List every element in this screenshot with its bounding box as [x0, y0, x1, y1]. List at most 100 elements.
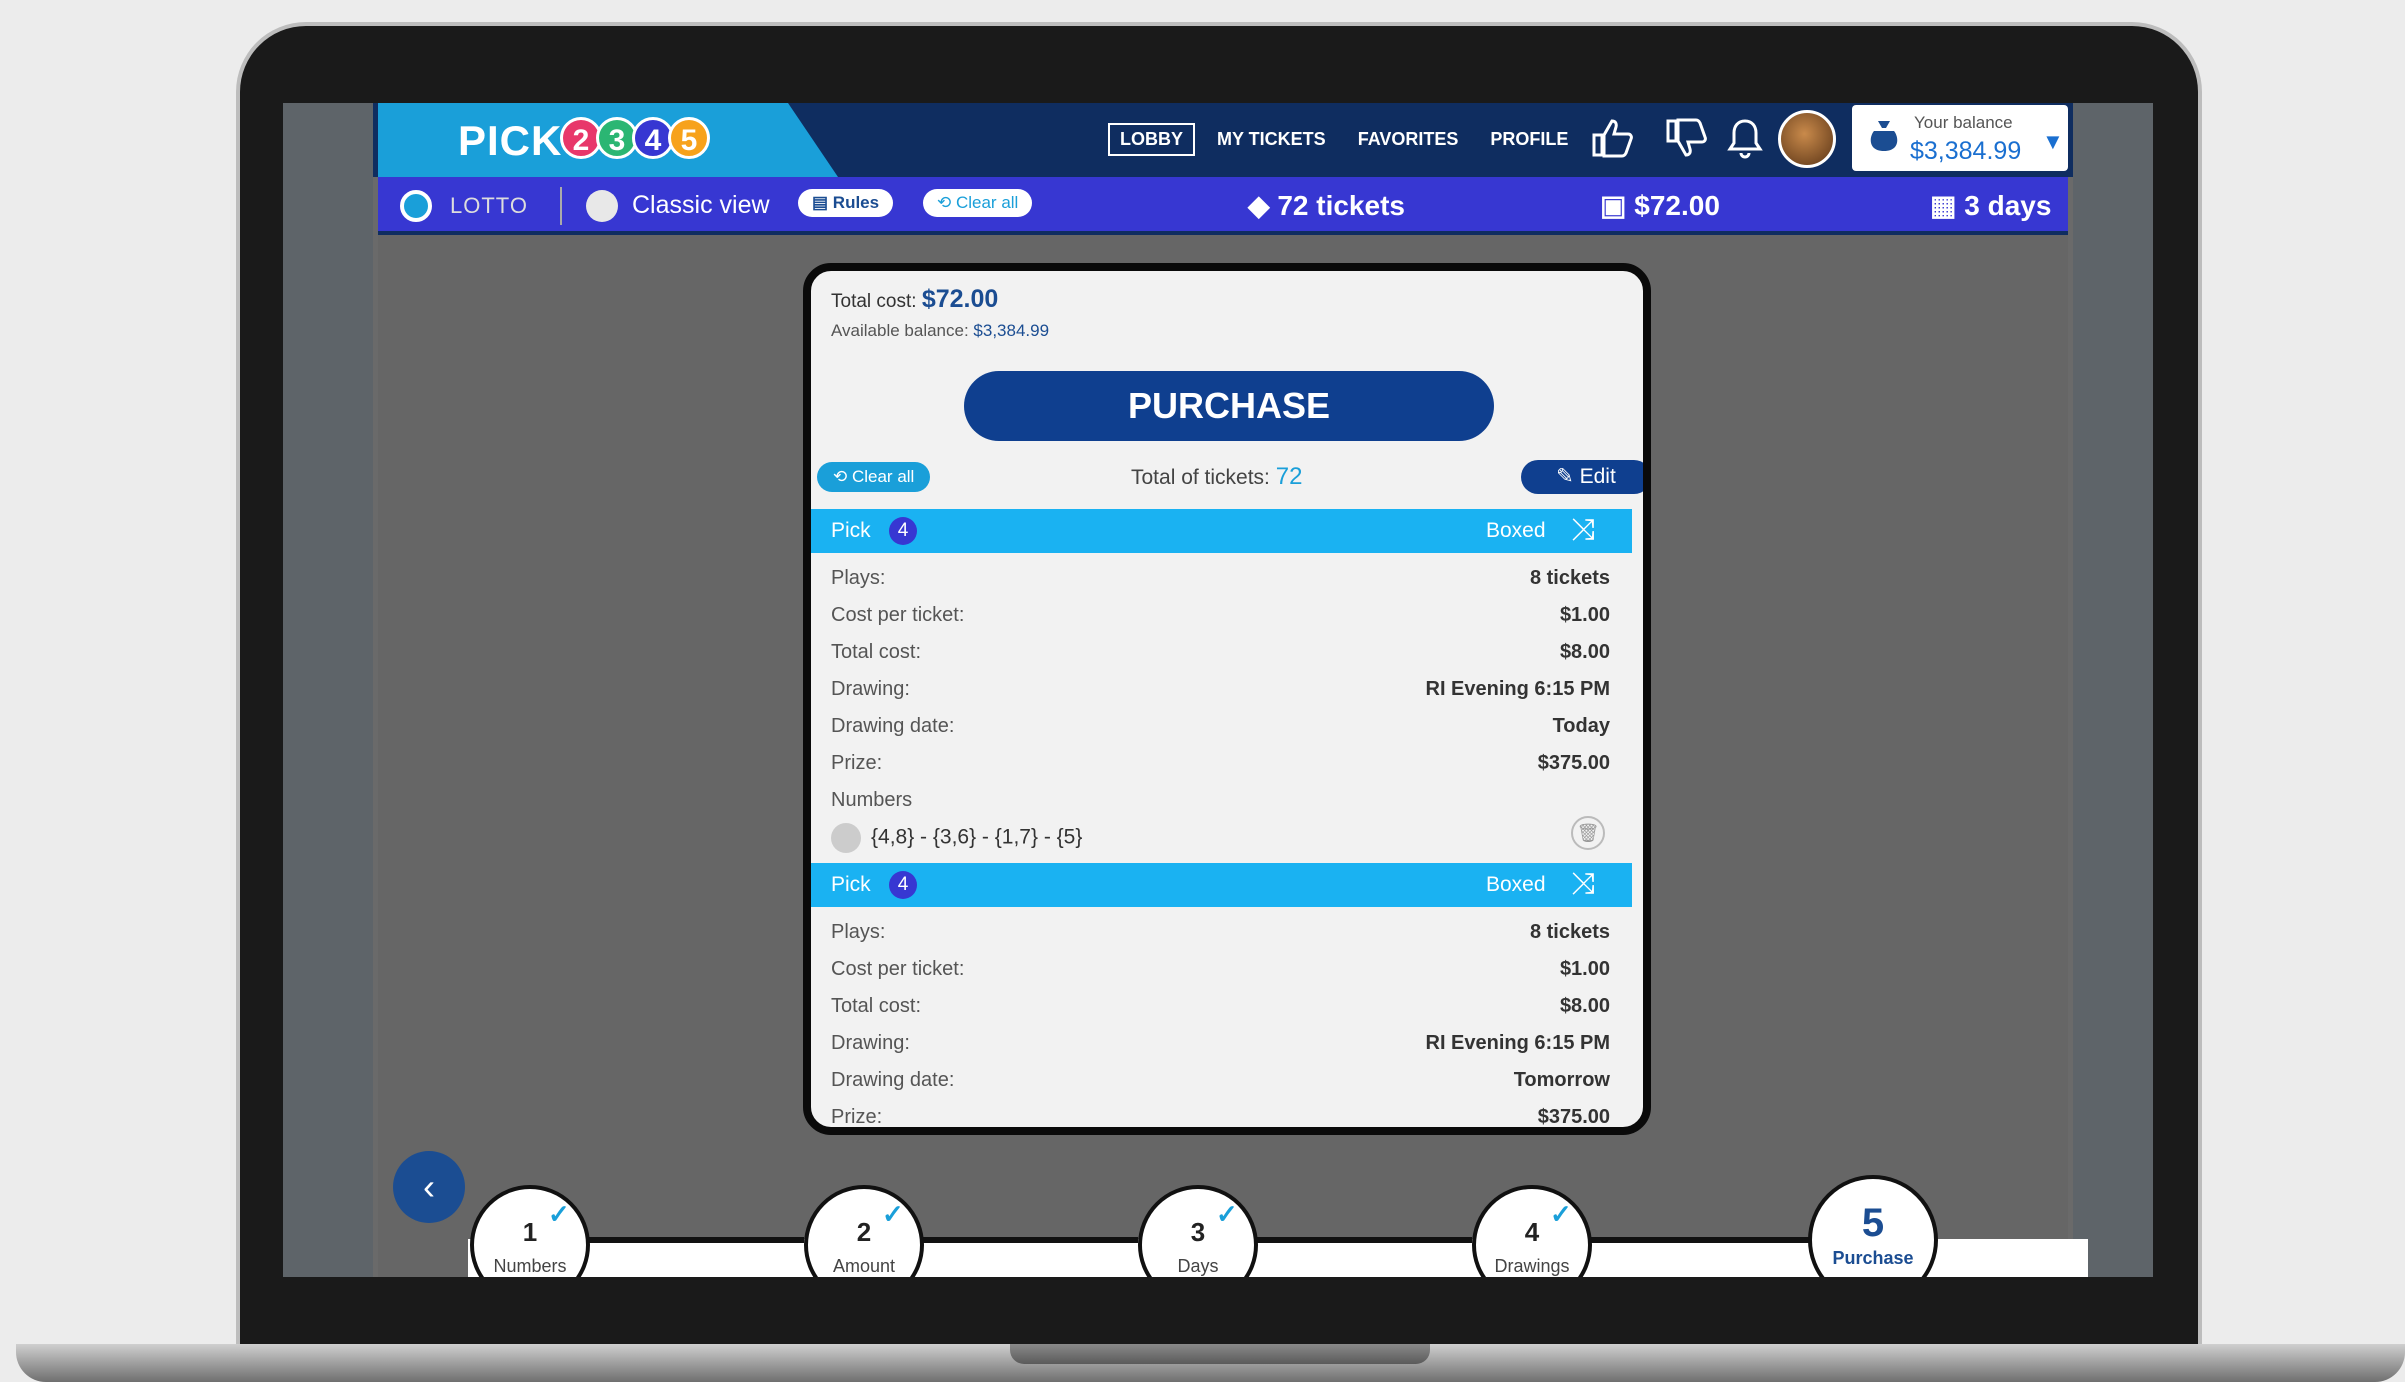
edit-button[interactable]: ✎ Edit	[1521, 460, 1643, 494]
step-connector	[918, 1237, 1138, 1243]
step-connector	[1586, 1237, 1816, 1243]
row-value: 8 tickets	[1529, 921, 1610, 943]
ticket-row: Plays: 8 tickets	[831, 567, 1610, 590]
row-label: Drawing:	[831, 1032, 910, 1054]
step-label: Numbers	[493, 1256, 567, 1276]
back-button[interactable]: ‹	[393, 1151, 465, 1223]
row-value: $1.00	[1559, 604, 1610, 626]
step-drawings[interactable]: ✓ 4 Drawings	[1472, 1185, 1592, 1277]
balls-icon	[831, 823, 861, 853]
clear-all-button[interactable]: ⟲ Clear all	[923, 189, 1033, 217]
row-label: Prize:	[831, 1106, 883, 1128]
row-value: Tomorrow	[1513, 1069, 1610, 1091]
row-label: Cost per ticket:	[831, 604, 965, 626]
ticket-row: Plays: 8 tickets	[831, 921, 1610, 944]
logo-ball-5: 5	[668, 117, 710, 159]
ticket-numbers-text: {4,8} - {3,6} - {1,7} - {5}	[871, 825, 1083, 849]
ticket-row: Drawing: RI Evening 6:15 PM	[831, 1032, 1610, 1055]
nav-my-tickets[interactable]: MY TICKETS	[1207, 125, 1336, 154]
ticket-row: Total cost: $8.00	[831, 995, 1610, 1018]
total-tickets: Total of tickets: 72	[1131, 463, 1302, 491]
days-count: ▦ 3 days	[1930, 189, 2051, 222]
check-icon: ✓	[1550, 1199, 1572, 1229]
check-icon: ✓	[1216, 1199, 1238, 1229]
ticket-row: Prize: $375.00	[831, 752, 1610, 775]
classic-view-label[interactable]: Classic view	[632, 191, 770, 220]
amount-total-text: $72.00	[1634, 190, 1720, 221]
total-cost-label: Total cost:	[831, 291, 917, 312]
tickets-count: ◆ 72 tickets	[1248, 189, 1405, 222]
ticket-pick-number: 4	[889, 871, 917, 899]
step-number: 5	[1861, 1201, 1885, 1245]
step-connector	[584, 1237, 804, 1243]
row-label: Cost per ticket:	[831, 958, 965, 980]
balance-label: Your balance	[1914, 113, 2013, 132]
ticket-row: Drawing: RI Evening 6:15 PM	[831, 678, 1610, 701]
step-purchase[interactable]: 5 Purchase	[1808, 1175, 1938, 1277]
screen-side-right	[2073, 103, 2153, 1277]
edit-label: Edit	[1579, 465, 1616, 488]
available-balance: Available balance: $3,384.99	[831, 321, 1049, 341]
trash-icon[interactable]: 🗑	[1571, 816, 1605, 850]
chevron-down-icon[interactable]: ▼	[2042, 129, 2064, 155]
logo-word: PICK	[458, 117, 563, 164]
step-amount[interactable]: ✓ 2 Amount	[804, 1185, 924, 1277]
shuffle-icon[interactable]: ⤨	[1571, 867, 1595, 901]
numbers-label: Numbers	[831, 789, 913, 811]
row-value: $375.00	[1537, 1106, 1610, 1128]
ticket-row: Drawing date: Today	[831, 715, 1610, 738]
ticket-numbers: {4,8} - {3,6} - {1,7} - {5}	[831, 823, 1082, 853]
amount-total: ▣ $72.00	[1600, 189, 1720, 222]
classic-view-radio[interactable]	[586, 190, 618, 222]
clear-all-tickets-label: Clear all	[851, 467, 915, 486]
row-label: Prize:	[831, 752, 883, 774]
thumbs-down-icon[interactable]	[1664, 117, 1710, 168]
rules-button[interactable]: ▤ Rules	[798, 189, 894, 217]
game-subbar: LOTTO Classic view ▤ Rules ⟲ Clear all ◆…	[378, 177, 2068, 235]
ticket-icon: ◆	[1248, 190, 1270, 221]
shuffle-icon[interactable]: ⤨	[1571, 513, 1595, 547]
lotto-label: LOTTO	[450, 193, 528, 218]
check-icon: ✓	[882, 1199, 904, 1229]
bell-icon[interactable]	[1726, 117, 1764, 168]
ticket-pick-label: Pick	[831, 519, 871, 542]
purchase-button[interactable]: PURCHASE	[964, 371, 1494, 441]
check-icon: ✓	[548, 1199, 570, 1229]
lotto-radio[interactable]	[400, 190, 432, 222]
row-value: $8.00	[1559, 641, 1610, 663]
step-numbers[interactable]: ✓ 1 Numbers	[470, 1185, 590, 1277]
rules-label: Rules	[832, 193, 880, 212]
calendar-icon: ▦	[1930, 190, 1957, 221]
chevron-left-icon: ‹	[423, 1166, 435, 1207]
row-value: $375.00	[1537, 752, 1610, 774]
ticket-header: Pick 4 Boxed ⤨	[811, 863, 1632, 907]
money-bag-icon	[1866, 117, 1902, 164]
ticket-type: Boxed	[1486, 519, 1546, 542]
laptop-notch	[1010, 1344, 1430, 1364]
step-label: Amount	[832, 1256, 896, 1276]
ticket-pick-label: Pick	[831, 873, 871, 896]
nav-favorites[interactable]: FAVORITES	[1348, 125, 1469, 154]
clear-all-tickets-button[interactable]: ⟲ Clear all	[817, 462, 931, 492]
nav-profile[interactable]: PROFILE	[1480, 125, 1578, 154]
row-label: Plays:	[831, 567, 886, 589]
avatar[interactable]	[1778, 110, 1836, 168]
ticket-type: Boxed	[1486, 873, 1546, 896]
ticket-row: Drawing date: Tomorrow	[831, 1069, 1610, 1092]
row-label: Total cost:	[831, 641, 922, 663]
balance-box[interactable]: Your balance $3,384.99 ▼	[1852, 105, 2068, 171]
nav-lobby[interactable]: LOBBY	[1108, 123, 1195, 156]
divider	[560, 187, 562, 225]
balance-value: $3,384.99	[1910, 137, 2022, 165]
step-days[interactable]: ✓ 3 Days	[1138, 1185, 1258, 1277]
row-label: Plays:	[831, 921, 886, 943]
row-label: Drawing date:	[831, 1069, 955, 1091]
row-value: RI Evening 6:15 PM	[1425, 678, 1611, 700]
main-nav: LOBBY MY TICKETS FAVORITES PROFILE	[1108, 123, 1578, 156]
money-icon: ▣	[1600, 190, 1627, 221]
logo[interactable]: PICK 2 3 4 5	[378, 103, 838, 177]
row-value: 8 tickets	[1529, 567, 1610, 589]
tickets-count-text: 72 tickets	[1277, 190, 1405, 221]
step-label: Drawings	[1494, 1256, 1570, 1276]
thumbs-up-icon[interactable]	[1590, 117, 1636, 168]
